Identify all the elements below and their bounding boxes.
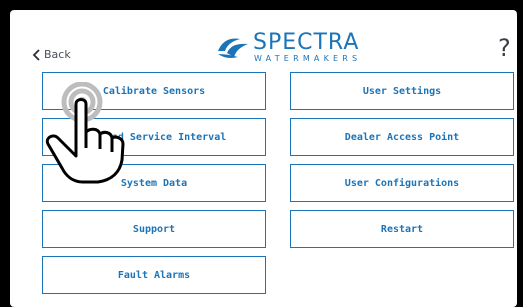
- calibrate-sensors-button[interactable]: Calibrate Sensors: [42, 72, 266, 110]
- help-button[interactable]: ?: [498, 34, 511, 62]
- brand-subtitle: WATERMAKERS: [254, 54, 362, 63]
- support-button[interactable]: Support: [42, 210, 266, 248]
- chevron-left-icon: [32, 48, 40, 61]
- back-button[interactable]: Back: [32, 48, 71, 61]
- back-label: Back: [44, 48, 71, 61]
- user-settings-button[interactable]: User Settings: [290, 72, 514, 110]
- user-configurations-button[interactable]: User Configurations: [290, 164, 514, 202]
- brand-name: SPECTRA: [253, 30, 360, 55]
- service-interval-button[interactable]: Updated Service Interval: [42, 118, 266, 156]
- touch-screen: Back SPECTRA WATERMAKERS ? Calibrate Sen…: [10, 10, 517, 307]
- spectra-logo: SPECTRA WATERMAKERS: [216, 32, 361, 63]
- restart-button[interactable]: Restart: [290, 210, 514, 248]
- system-data-button[interactable]: System Data: [42, 164, 266, 202]
- fault-alarms-button[interactable]: Fault Alarms: [42, 256, 266, 294]
- dealer-access-point-button[interactable]: Dealer Access Point: [290, 118, 514, 156]
- spectra-logo-icon: [218, 38, 248, 58]
